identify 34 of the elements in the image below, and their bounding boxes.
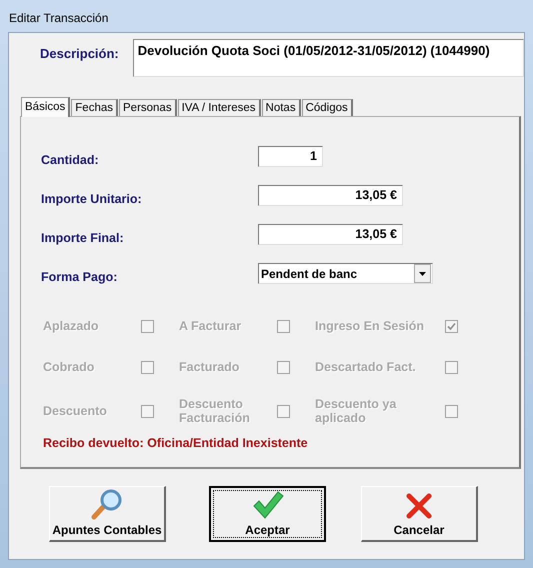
dropdown-arrow-icon [419,272,426,276]
description-label: Descripción: [40,45,119,63]
checkbox-label: Aplazado [43,319,100,333]
search-icon [90,488,124,520]
checkmark-icon [252,490,284,520]
checkbox-label: Cobrado [43,360,96,374]
checkbox-label: Descartado Fact. [315,360,417,374]
window-title: Editar Transacción [9,11,108,25]
checkbox-label: Descuento [43,404,108,418]
accept-button[interactable]: Aceptar [209,486,326,542]
input-field[interactable]: 13,05 € [258,185,403,206]
input-field[interactable]: 1 [258,146,323,167]
warning-message: Recibo devuelto: Oficina/Entidad Inexistente [43,436,308,450]
checkbox-label: Facturado [179,360,240,374]
description-field[interactable]: Devolución Quota Soci (01/05/2012-31/05/2012) (1044990) [132,39,524,77]
field-label: Forma Pago: [41,270,118,284]
field-label: Importe Unitario: [41,192,143,206]
tab[interactable]: Códigos [302,99,353,116]
checkbox-label: Descuento ya aplicado [315,397,398,425]
tab[interactable]: Notas [262,99,301,116]
close-icon [405,492,433,520]
field-label: Importe Final: [41,231,125,245]
input-field[interactable]: 13,05 € [258,224,403,245]
checkbox-label: Descuento Facturación [179,397,251,425]
tab[interactable]: Básicos [21,97,70,117]
field-label: Cantidad: [41,153,100,167]
tab[interactable]: IVA / Intereses [178,99,261,116]
dropdown[interactable]: Pendent de banc [258,263,433,284]
cancel-button[interactable]: Cancelar [361,486,478,542]
tab[interactable]: Fechas [71,99,118,116]
ledger-button[interactable]: Apuntes Contables [49,486,166,542]
checkbox-label: A Facturar [179,319,242,333]
checkbox-label: Ingreso En Sesión [315,319,426,333]
tab[interactable]: Personas [119,99,177,116]
